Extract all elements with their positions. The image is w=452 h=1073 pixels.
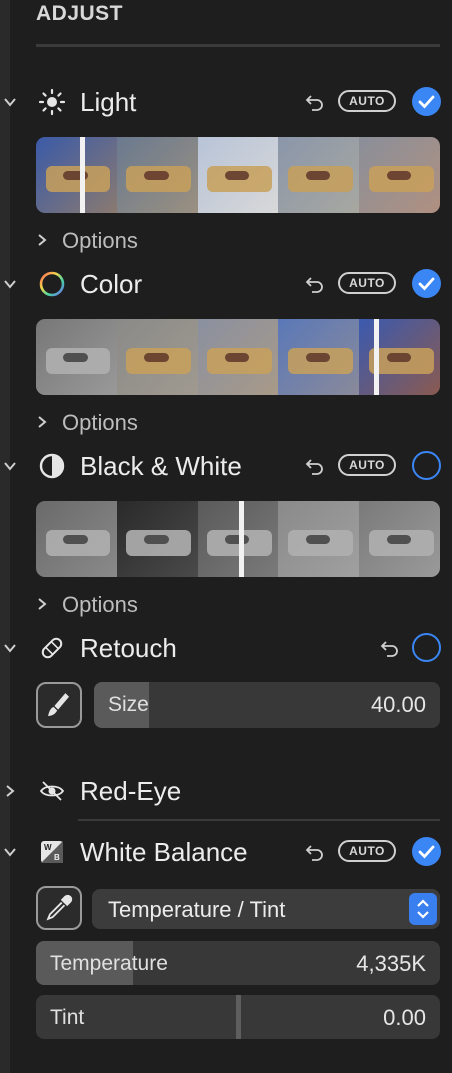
revert-icon[interactable]	[303, 454, 327, 478]
enable-toggle-light[interactable]	[412, 87, 441, 116]
checkmark-icon	[418, 277, 435, 291]
auto-button-white-balance[interactable]: AUTO	[338, 840, 396, 862]
chevron-down-icon[interactable]	[2, 94, 18, 110]
white-balance-mode-value: Temperature / Tint	[108, 897, 286, 922]
enable-toggle-white-balance[interactable]	[412, 837, 441, 866]
tint-center-marker[interactable]	[236, 995, 241, 1039]
auto-button-light[interactable]: AUTO	[338, 90, 396, 112]
thumbnail-frame	[197, 501, 279, 577]
thumbnail-frame	[197, 137, 279, 213]
section-title-light: Light	[80, 87, 137, 117]
bandage-icon	[41, 637, 63, 659]
checkmark-icon	[418, 845, 435, 859]
section-header-light[interactable]: Light AUTO	[4, 82, 452, 122]
section-header-bw[interactable]: Black & White AUTO	[4, 446, 452, 486]
size-slider[interactable]: Size 40.00	[94, 682, 440, 728]
strip-position-marker[interactable]	[80, 137, 85, 213]
header-divider	[36, 44, 440, 47]
section-title-bw: Black & White	[80, 451, 242, 481]
tint-value: 0.00	[383, 1005, 426, 1030]
svg-text:W: W	[44, 843, 52, 852]
thumbnail-frame	[278, 501, 360, 577]
section-title-white-balance: White Balance	[80, 837, 248, 867]
auto-button-bw[interactable]: AUTO	[338, 454, 396, 476]
chevron-right-icon	[38, 598, 47, 610]
strip-position-marker[interactable]	[374, 319, 379, 395]
section-divider	[78, 819, 440, 821]
tint-label: Tint	[50, 1006, 85, 1029]
thumbnail-frame	[359, 501, 440, 577]
revert-icon[interactable]	[303, 272, 327, 296]
thumbnail-frame	[359, 319, 440, 395]
color-thumbnail-strip[interactable]	[36, 319, 440, 395]
window-edge	[0, 0, 10, 1073]
enable-toggle-color[interactable]	[412, 269, 441, 298]
section-title-redeye: Red-Eye	[80, 776, 182, 806]
checkmark-icon	[418, 95, 435, 109]
thumbnail-frame	[116, 137, 198, 213]
section-header-color[interactable]: Color AUTO	[4, 264, 452, 304]
brush-icon	[48, 693, 70, 716]
thumbnail-frame	[36, 501, 117, 577]
adjust-panel: ADJUST Light AUTO Options Color AUTO Opt…	[4, 0, 452, 1073]
thumbnail-frame	[116, 319, 198, 395]
svg-text:B: B	[54, 853, 60, 862]
eyedropper-icon	[46, 894, 73, 921]
thumbnail-frame	[278, 319, 360, 395]
section-header-white-balance[interactable]: W B White Balance AUTO	[4, 832, 452, 872]
temperature-label: Temperature	[50, 952, 168, 975]
thumbnail-frame	[197, 319, 279, 395]
revert-icon[interactable]	[378, 636, 402, 660]
chevron-down-icon[interactable]	[2, 276, 18, 292]
panel-title: ADJUST	[36, 2, 124, 25]
section-header-retouch[interactable]: Retouch	[4, 628, 452, 668]
section-title-retouch: Retouch	[80, 633, 177, 663]
thumbnail-frame	[36, 319, 117, 395]
enable-toggle-bw[interactable]	[412, 451, 441, 480]
size-label: Size	[108, 693, 149, 716]
eyedropper-button[interactable]	[36, 886, 82, 930]
dropdown-stepper[interactable]	[409, 893, 437, 925]
thumbnail-frame	[359, 137, 440, 213]
sun-icon	[38, 88, 66, 116]
temperature-value: 4,335K	[356, 951, 426, 976]
thumbnail-frame	[116, 501, 198, 577]
thumbnail-frame	[278, 137, 360, 213]
chevron-right-icon	[38, 416, 47, 428]
thumbnail-frame	[36, 137, 117, 213]
chevron-right-icon[interactable]	[2, 783, 18, 799]
enable-toggle-retouch[interactable]	[412, 633, 441, 662]
section-header-redeye[interactable]: Red-Eye	[6, 771, 452, 811]
bw-thumbnail-strip[interactable]	[36, 501, 440, 577]
revert-icon[interactable]	[303, 840, 327, 864]
white-balance-mode-dropdown[interactable]: Temperature / Tint	[92, 889, 440, 929]
brush-tool-button[interactable]	[36, 682, 82, 728]
chevron-down-icon[interactable]	[2, 458, 18, 474]
white-balance-icon: W B	[41, 841, 63, 863]
revert-icon[interactable]	[303, 90, 327, 114]
eye-slash-icon	[39, 781, 65, 801]
chevron-down-icon[interactable]	[2, 844, 18, 860]
section-title-color: Color	[80, 269, 143, 299]
options-label-color: Options	[62, 410, 138, 435]
half-circle-icon	[39, 453, 65, 479]
light-thumbnail-strip[interactable]	[36, 137, 440, 213]
chevron-down-icon[interactable]	[2, 640, 18, 656]
auto-button-color[interactable]: AUTO	[338, 272, 396, 294]
options-label-bw: Options	[62, 592, 138, 617]
tint-slider[interactable]: Tint 0.00	[36, 995, 440, 1039]
options-label-light: Options	[62, 228, 138, 253]
temperature-slider[interactable]: Temperature 4,335K	[36, 941, 440, 985]
color-wheel-icon	[39, 271, 65, 297]
size-value: 40.00	[370, 692, 426, 717]
strip-position-marker[interactable]	[239, 501, 244, 577]
chevron-right-icon	[38, 234, 47, 246]
chevron-up-down-icon	[417, 899, 429, 919]
